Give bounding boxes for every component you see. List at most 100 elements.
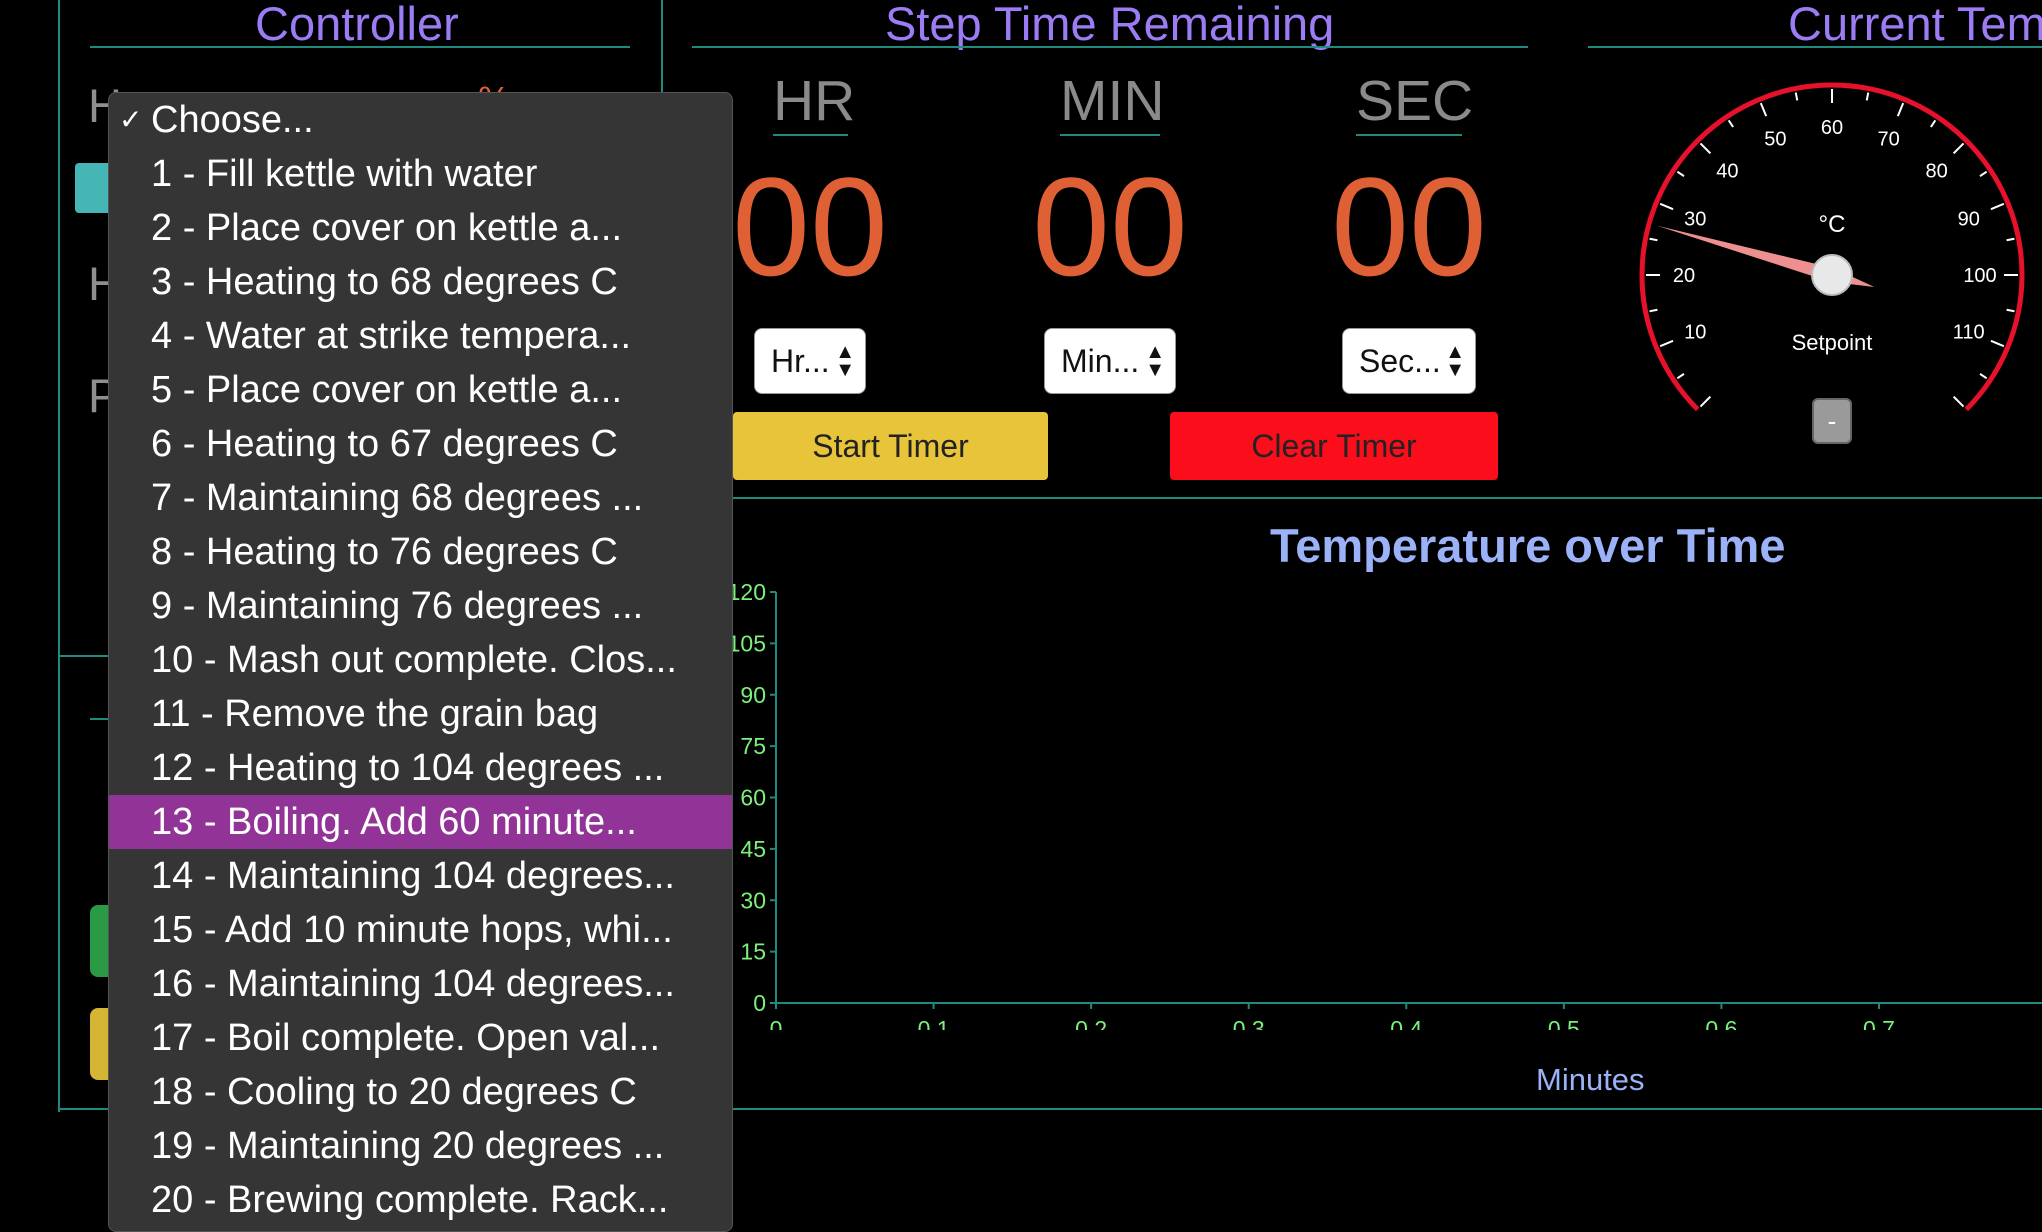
- hours-select-value: Hr...: [771, 343, 830, 379]
- gauge-tick-label: 70: [1878, 128, 1900, 150]
- dropdown-option-label: 20 - Brewing complete. Rack...: [151, 1179, 669, 1221]
- dropdown-option[interactable]: 5 - Place cover on kettle a...: [109, 363, 732, 417]
- start-timer-button[interactable]: Start Timer: [733, 412, 1048, 480]
- gauge-tick-label: 100: [1963, 265, 1996, 287]
- x-tick-label: 0.6: [1705, 1016, 1737, 1030]
- dropdown-option[interactable]: 13 - Boiling. Add 60 minute...: [109, 795, 732, 849]
- dropdown-option[interactable]: 8 - Heating to 76 degrees C: [109, 525, 732, 579]
- dropdown-option-label: 16 - Maintaining 104 degrees...: [151, 963, 675, 1005]
- dropdown-option[interactable]: 4 - Water at strike tempera...: [109, 309, 732, 363]
- gauge-tick-mark: [1979, 170, 1988, 177]
- gauge-tick-mark: [1952, 142, 1965, 155]
- gauge-tick-label: 90: [1958, 208, 1980, 230]
- dropdown-option[interactable]: 16 - Maintaining 104 degrees...: [109, 957, 732, 1011]
- select-arrows-icon: ▲ ▼: [835, 341, 855, 381]
- gauge-tick-mark: [1699, 142, 1712, 155]
- minutes-select[interactable]: Min... ▲ ▼: [1044, 328, 1176, 394]
- dropdown-option[interactable]: 20 - Brewing complete. Rack...: [109, 1173, 732, 1227]
- gauge-tick-mark: [1990, 339, 2005, 348]
- chart-title: Temperature over Time: [1270, 519, 1786, 572]
- gauge-tick-mark: [1649, 237, 1658, 242]
- x-tick-label: 0.1: [918, 1016, 950, 1030]
- dropdown-option[interactable]: 12 - Heating to 104 degrees ...: [109, 741, 732, 795]
- temperature-chart: 0 15 30 45 60 75 90 105 120 0 0.1 0.2 0.3 0.4 0.5 0.6 0.…: [733, 580, 2042, 1030]
- dropdown-option-label: 17 - Boil complete. Open val...: [151, 1017, 661, 1059]
- dropdown-option[interactable]: 14 - Maintaining 104 degrees...: [109, 849, 732, 903]
- dropdown-option-label: 9 - Maintaining 76 degrees ...: [151, 585, 644, 627]
- x-tick-label: 0.3: [1233, 1016, 1265, 1030]
- dropdown-option-label: 4 - Water at strike tempera...: [151, 315, 632, 357]
- gauge-tick-mark: [1676, 373, 1685, 380]
- dropdown-option-label: 14 - Maintaining 104 degrees...: [151, 855, 675, 897]
- dropdown-option-label: 19 - Maintaining 20 degrees ...: [151, 1125, 665, 1167]
- gauge-tick-mark: [1659, 202, 1674, 211]
- gauge-needle-hub: [1811, 254, 1853, 296]
- dropdown-option-label: 13 - Boiling. Add 60 minute...: [151, 801, 637, 843]
- dropdown-option[interactable]: 2 - Place cover on kettle a...: [109, 201, 732, 255]
- gauge-tick-mark: [1952, 395, 1965, 408]
- dropdown-option-label: 12 - Heating to 104 degrees ...: [151, 747, 665, 789]
- gauge-tick-label: 20: [1673, 265, 1695, 287]
- chart-panel-top-border: [733, 497, 2042, 499]
- minutes-label: MIN: [1060, 73, 1164, 136]
- dropdown-option-label: Choose...: [151, 99, 314, 141]
- dropdown-option-label: 11 - Remove the grain bag: [151, 693, 599, 735]
- clear-timer-button[interactable]: Clear Timer: [1170, 412, 1498, 480]
- gauge-caption: Setpoint: [1792, 330, 1873, 355]
- x-tick-label: 0.7: [1863, 1016, 1895, 1030]
- select-arrows-icon: ▲ ▼: [1145, 341, 1165, 381]
- dropdown-option-label: 18 - Cooling to 20 degrees C: [151, 1071, 637, 1113]
- controller-panel-subrule: [90, 718, 110, 720]
- gauge-tick-mark: [1649, 308, 1658, 313]
- y-tick-label: 75: [740, 733, 766, 759]
- dropdown-option-label: 6 - Heating to 67 degrees C: [151, 423, 618, 465]
- seconds-select[interactable]: Sec... ▲ ▼: [1342, 328, 1476, 394]
- dropdown-option[interactable]: 9 - Maintaining 76 degrees ...: [109, 579, 732, 633]
- left-panel-bottom-border: [58, 1108, 110, 1110]
- seconds-select-value: Sec...: [1359, 343, 1441, 379]
- gauge-tick-mark: [2006, 308, 2015, 313]
- y-tick-label: 90: [740, 682, 766, 708]
- dropdown-option[interactable]: 19 - Maintaining 20 degrees ...: [109, 1119, 732, 1173]
- chart-ticks: 0 15 30 45 60 75 90 105 120 0 0.1 0.2 0.3 0.4 0.5 0.6 0.…: [733, 580, 1895, 1030]
- hours-select[interactable]: Hr... ▲ ▼: [754, 328, 866, 394]
- dropdown-option[interactable]: 1 - Fill kettle with water: [109, 147, 732, 201]
- y-tick-label: 105: [733, 630, 766, 656]
- x-tick-label: 0: [770, 1016, 783, 1030]
- hours-value: 00: [732, 148, 888, 305]
- dropdown-option-label: 10 - Mash out complete. Clos...: [151, 639, 677, 681]
- y-tick-label: 60: [740, 785, 766, 811]
- temperature-gauge: 10 20 30 40 50 60 70 80 90 100 110 °C Setpoint: [1639, 82, 2025, 412]
- dropdown-option-label: 5 - Place cover on kettle a...: [151, 369, 623, 411]
- dropdown-option[interactable]: 15 - Add 10 minute hops, whi...: [109, 903, 732, 957]
- gauge-tick-mark: [1759, 102, 1768, 117]
- chart-x-axis-label: Minutes: [1536, 1062, 1645, 1097]
- select-arrows-icon: ▲ ▼: [1445, 341, 1465, 381]
- dropdown-option-choose[interactable]: ✓ Choose...: [109, 93, 732, 147]
- dropdown-option[interactable]: 6 - Heating to 67 degrees C: [109, 417, 732, 471]
- y-tick-label: 0: [753, 990, 766, 1016]
- step-dropdown-menu[interactable]: ✓ Choose... 1 - Fill kettle with water 2 - …: [108, 92, 733, 1232]
- y-tick-label: 30: [740, 887, 766, 913]
- dropdown-option[interactable]: 3 - Heating to 68 degrees C: [109, 255, 732, 309]
- dropdown-option[interactable]: 11 - Remove the grain bag: [109, 687, 732, 741]
- gauge-minus-button[interactable]: -: [1812, 398, 1852, 444]
- gauge-tick-mark: [2006, 237, 2015, 242]
- checkmark-icon: ✓: [119, 104, 143, 135]
- gauge-tick-label: 110: [1953, 322, 1985, 344]
- gauge-tick-mark: [1865, 92, 1870, 101]
- y-tick-label: 45: [740, 836, 766, 862]
- dropdown-option-label: 7 - Maintaining 68 degrees ...: [151, 477, 644, 519]
- controller-title: Controller: [255, 0, 459, 50]
- gauge-tick-label: 80: [1926, 160, 1948, 182]
- dropdown-option[interactable]: 17 - Boil complete. Open val...: [109, 1011, 732, 1065]
- dropdown-option[interactable]: 18 - Cooling to 20 degrees C: [109, 1065, 732, 1119]
- gauge-tick-mark: [1794, 92, 1799, 101]
- dropdown-option[interactable]: 7 - Maintaining 68 degrees ...: [109, 471, 732, 525]
- current-temp-title-rule: [1588, 46, 2042, 48]
- y-tick-label: 15: [740, 939, 766, 965]
- controller-panel-left-border: [58, 0, 60, 1112]
- dropdown-option[interactable]: 10 - Mash out complete. Clos...: [109, 633, 732, 687]
- minutes-value: 00: [1032, 148, 1188, 305]
- gauge-tick-mark: [1699, 395, 1712, 408]
